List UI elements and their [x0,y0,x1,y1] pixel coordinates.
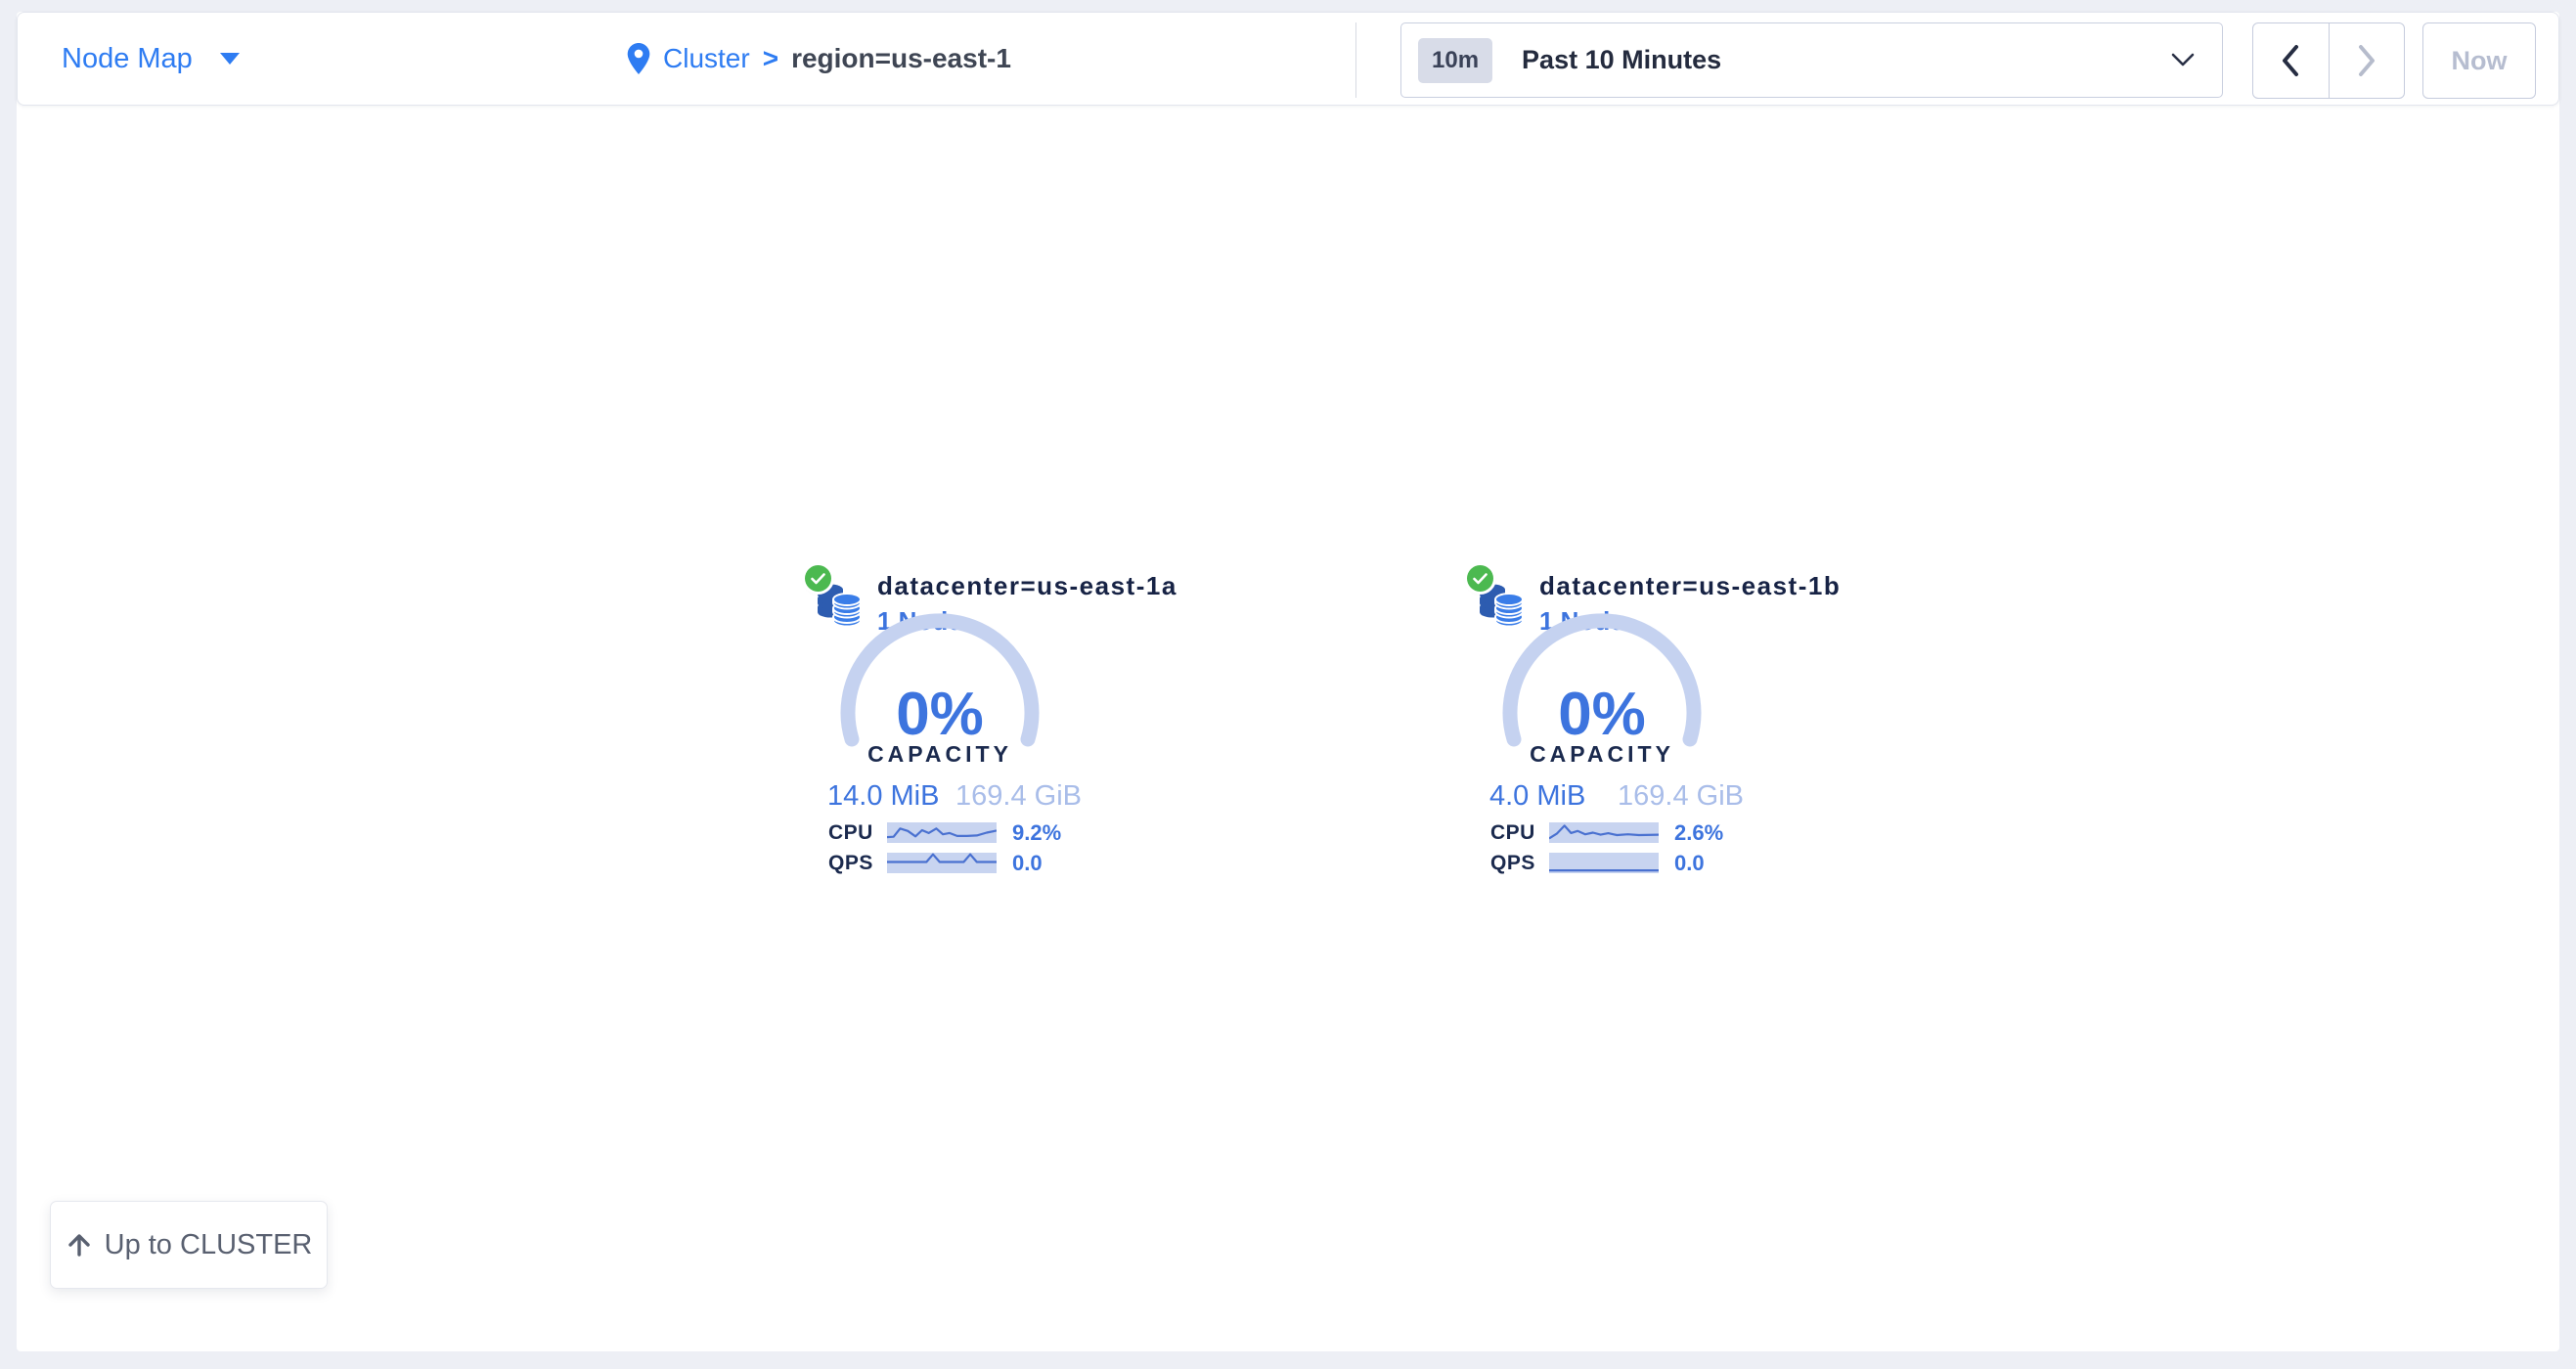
capacity-total: 169.4 GiB [1618,780,1744,813]
time-forward-button[interactable] [2329,23,2405,98]
capacity-label: CAPACITY [1489,741,1714,768]
header-bar: Node Map Cluster > region=us-east-1 10m … [17,12,2559,106]
breadcrumb-current: region=us-east-1 [791,43,1011,74]
view-mode-dropdown[interactable]: Node Map [62,13,240,105]
chevron-right-icon [2356,43,2377,78]
health-check-icon [805,565,831,592]
capacity-used: 4.0 MiB [1489,780,1585,813]
up-to-cluster-button[interactable]: Up to CLUSTER [50,1201,328,1289]
capacity-percent: 0% [1489,684,1714,745]
capacity-values: 4.0 MiB 169.4 GiB [1489,780,1744,813]
up-to-cluster-label: Up to CLUSTER [105,1229,313,1261]
cpu-metric-row: CPU 9.2% [828,822,1083,843]
cpu-metric-row: CPU 2.6% [1490,822,1745,843]
breadcrumb-cluster-link[interactable]: Cluster [663,43,750,74]
time-pager [2252,22,2405,99]
qps-label: QPS [1490,852,1545,875]
qps-value: 0.0 [1012,851,1043,876]
chevron-left-icon [2280,43,2301,78]
cpu-sparkline [1549,822,1659,843]
location-pin-icon [627,43,650,74]
qps-label: QPS [828,852,883,875]
datacenter-group-us-east-1b[interactable]: datacenter=us-east-1b 1 Node 0% CAPACITY… [1467,563,1760,891]
datacenter-group-us-east-1a[interactable]: datacenter=us-east-1a 1 Node 0% CAPACITY… [805,563,1098,891]
health-check-icon [1467,565,1493,592]
now-button[interactable]: Now [2422,22,2536,99]
cpu-value: 2.6% [1674,820,1723,846]
now-button-label: Now [2452,46,2508,76]
cpu-sparkline [887,822,997,843]
header-divider [1355,22,1356,98]
qps-sparkline [1549,853,1659,873]
breadcrumb-separator: > [763,43,778,74]
capacity-label: CAPACITY [827,741,1052,768]
capacity-values: 14.0 MiB 169.4 GiB [827,780,1082,813]
qps-metric-row: QPS 0.0 [1490,853,1745,873]
time-range-badge: 10m [1418,38,1492,83]
time-range-dropdown[interactable]: 10m Past 10 Minutes [1400,22,2223,98]
datacenter-title: datacenter=us-east-1b [1539,571,1841,601]
view-mode-label: Node Map [62,43,193,75]
node-map-canvas [17,12,2559,1351]
caret-down-icon [220,53,240,65]
cpu-label: CPU [1490,821,1545,845]
time-back-button[interactable] [2253,23,2329,98]
time-range-label: Past 10 Minutes [1522,45,1721,75]
capacity-used: 14.0 MiB [827,780,939,813]
capacity-percent: 0% [827,684,1052,745]
capacity-total: 169.4 GiB [955,780,1082,813]
cpu-value: 9.2% [1012,820,1061,846]
qps-metric-row: QPS 0.0 [828,853,1083,873]
breadcrumb: Cluster > region=us-east-1 [627,13,1011,105]
cpu-label: CPU [828,821,883,845]
qps-sparkline [887,853,997,873]
arrow-up-icon [66,1231,93,1259]
chevron-down-icon [2171,53,2195,67]
qps-value: 0.0 [1674,851,1705,876]
datacenter-title: datacenter=us-east-1a [877,571,1177,601]
